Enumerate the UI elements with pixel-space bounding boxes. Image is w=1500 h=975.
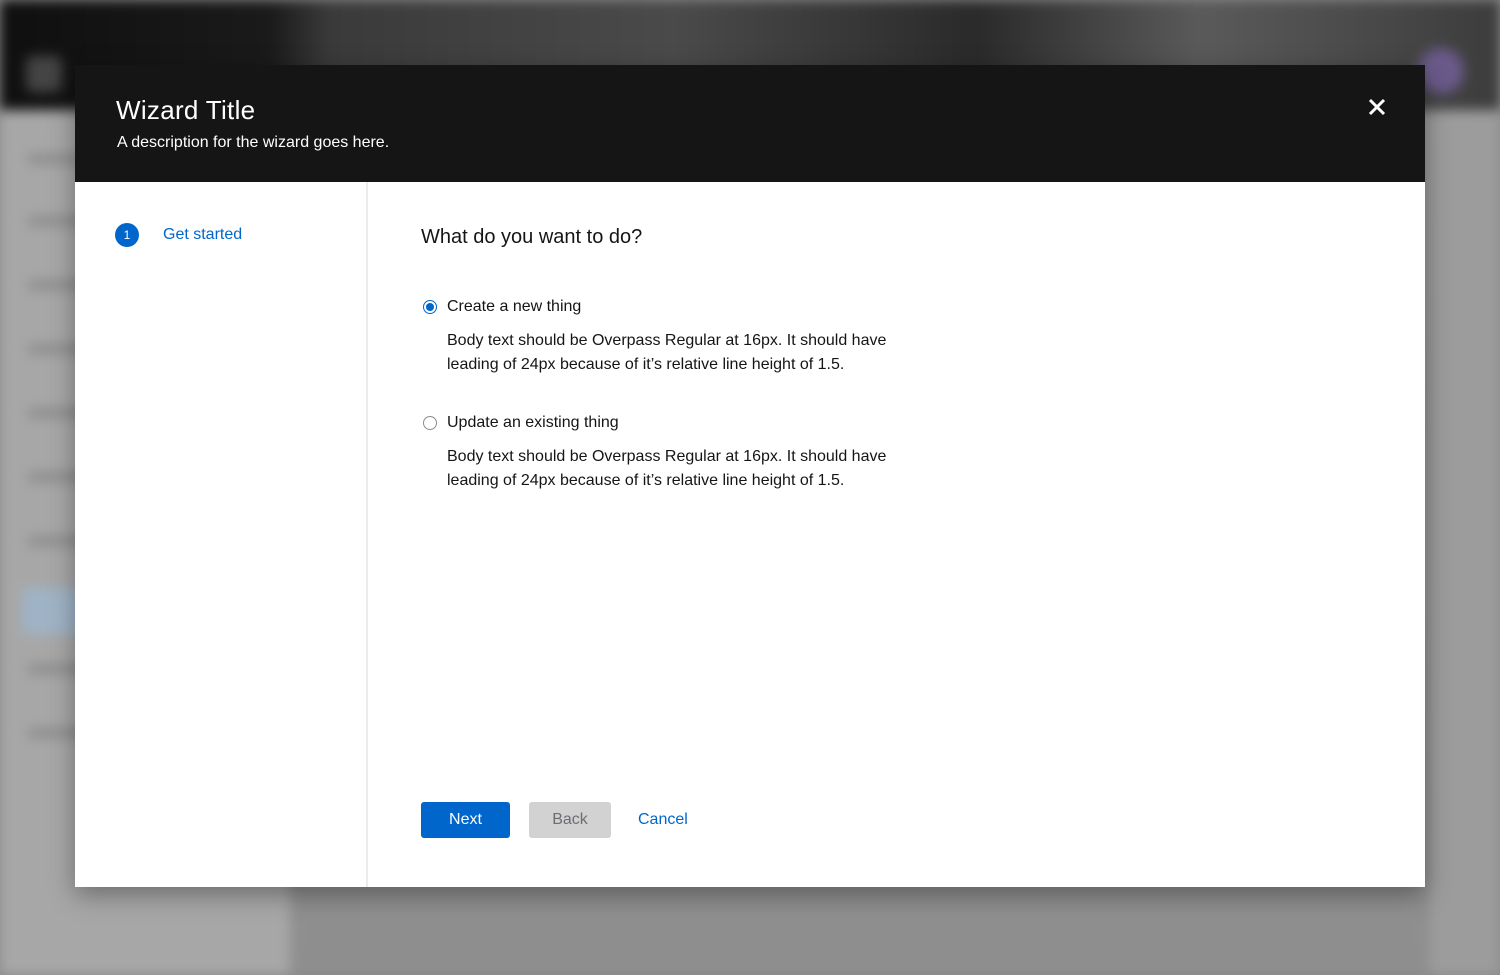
close-button[interactable]	[1361, 91, 1393, 123]
radio-update-existing[interactable]	[423, 416, 437, 430]
wizard-main: What do you want to do? Create a new thi…	[368, 182, 1425, 887]
wizard-description: A description for the wizard goes here.	[117, 134, 390, 151]
wizard-body: 1 Get started What do you want to do? Cr…	[75, 182, 1425, 887]
option-update-existing: Update an existing thing Body text shoul…	[421, 411, 1021, 493]
step-label: Get started	[163, 226, 243, 243]
option-description: Body text should be Overpass Regular at …	[447, 332, 887, 373]
background-logo	[26, 56, 62, 92]
back-button[interactable]: Back	[529, 802, 611, 838]
option-update-existing-row[interactable]: Update an existing thing	[421, 411, 1021, 435]
option-create-new-row[interactable]: Create a new thing	[421, 295, 1021, 319]
step-number-badge: 1	[115, 223, 139, 247]
option-label: Create a new thing	[447, 298, 582, 315]
wizard-footer: Next Back Cancel	[421, 802, 688, 838]
wizard-nav: 1 Get started	[75, 182, 368, 887]
wizard-nav-item-get-started[interactable]: 1 Get started	[115, 222, 355, 248]
next-button[interactable]: Next	[421, 802, 510, 838]
step-question: What do you want to do?	[421, 226, 643, 248]
wizard-header: Wizard Title A description for the wizar…	[75, 65, 1425, 182]
background-content	[1430, 110, 1500, 975]
option-create-new: Create a new thing Body text should be O…	[421, 295, 1021, 377]
cancel-button[interactable]: Cancel	[638, 802, 688, 838]
close-icon	[1368, 98, 1386, 116]
option-description: Body text should be Overpass Regular at …	[447, 448, 887, 489]
wizard-modal: Wizard Title A description for the wizar…	[75, 65, 1425, 887]
option-label: Update an existing thing	[447, 414, 619, 431]
radio-create-new[interactable]	[423, 300, 437, 314]
wizard-title: Wizard Title	[116, 95, 256, 125]
